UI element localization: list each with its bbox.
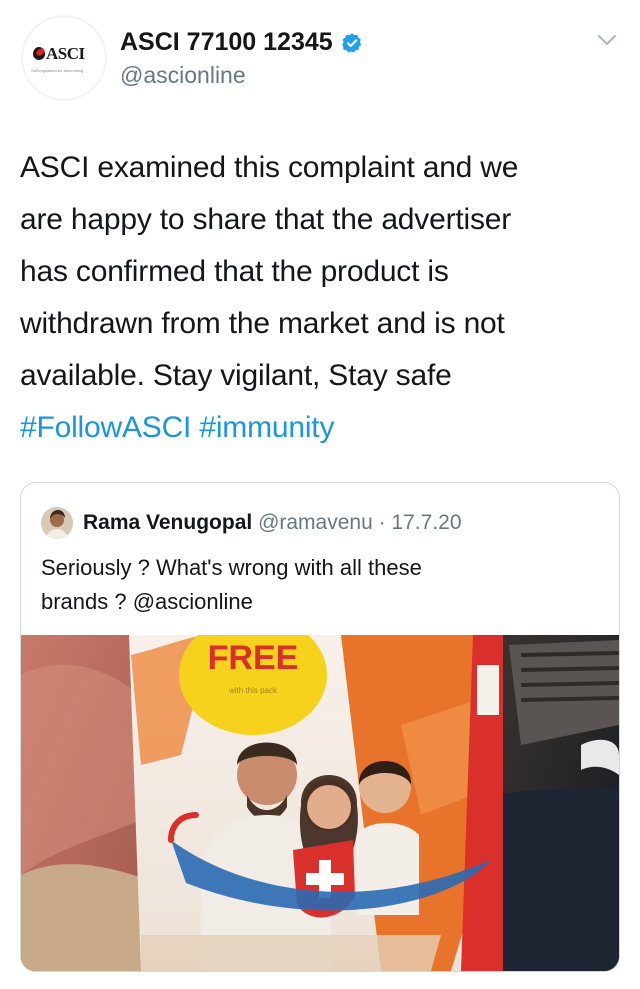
free-badge-text: FREE <box>208 639 299 677</box>
quote-line: brands ? @ascionline <box>41 589 253 614</box>
user-avatar-icon <box>41 507 73 539</box>
quote-date: 17.7.20 <box>391 511 462 534</box>
hashtag-link[interactable]: #immunity <box>199 411 334 444</box>
tweet-text: ASCI examined this complaint and we are … <box>20 142 620 454</box>
chevron-down-icon[interactable] <box>596 32 618 48</box>
logo-text: ASCI <box>46 44 85 63</box>
tweet-line: withdrawn from the market and is not <box>20 307 505 340</box>
logo-tagline: Self-regulation for advertising <box>31 68 84 73</box>
quoted-tweet-card[interactable]: Rama Venugopal @ramavenu · 17.7.20 Serio… <box>20 482 620 972</box>
avatar[interactable]: ASCI Self-regulation for advertising <box>22 16 106 100</box>
quote-author-name[interactable]: Rama Venugopal <box>83 511 252 534</box>
asci-logo-icon <box>33 47 45 60</box>
quote-separator: · <box>378 511 386 534</box>
tweet-header: ASCI Self-regulation for advertising ASC… <box>0 0 640 120</box>
hashtag-link[interactable]: #FollowASCI <box>20 411 191 444</box>
display-name-text: ASCI 77100 12345 <box>120 28 333 56</box>
tweet-line: ASCI examined this complaint and we <box>20 151 519 184</box>
quote-text: Seriously ? What's wrong with all these … <box>41 551 601 619</box>
tweet-line: available. Stay vigilant, Stay safe <box>20 359 452 392</box>
free-badge-subtext: with this pack <box>228 686 278 695</box>
tweet-line: has confirmed that the product is <box>20 255 449 288</box>
hashtag-line: #FollowASCI #immunity <box>20 402 620 454</box>
quote-author-handle[interactable]: @ramavenu <box>258 511 373 534</box>
quote-line: Seriously ? What's wrong with all these <box>41 555 422 580</box>
quote-avatar[interactable] <box>41 507 73 539</box>
quote-author-row: Rama Venugopal @ramavenu · 17.7.20 <box>83 511 462 535</box>
display-name[interactable]: ASCI 77100 12345 <box>120 28 363 57</box>
product-pack-photo: FREE with this pack <box>21 635 619 971</box>
quote-media-image[interactable]: FREE with this pack <box>21 635 619 971</box>
handle[interactable]: @ascionline <box>120 62 246 89</box>
tweet-line: are happy to share that the advertiser <box>20 203 512 236</box>
verified-badge-icon <box>341 32 361 52</box>
